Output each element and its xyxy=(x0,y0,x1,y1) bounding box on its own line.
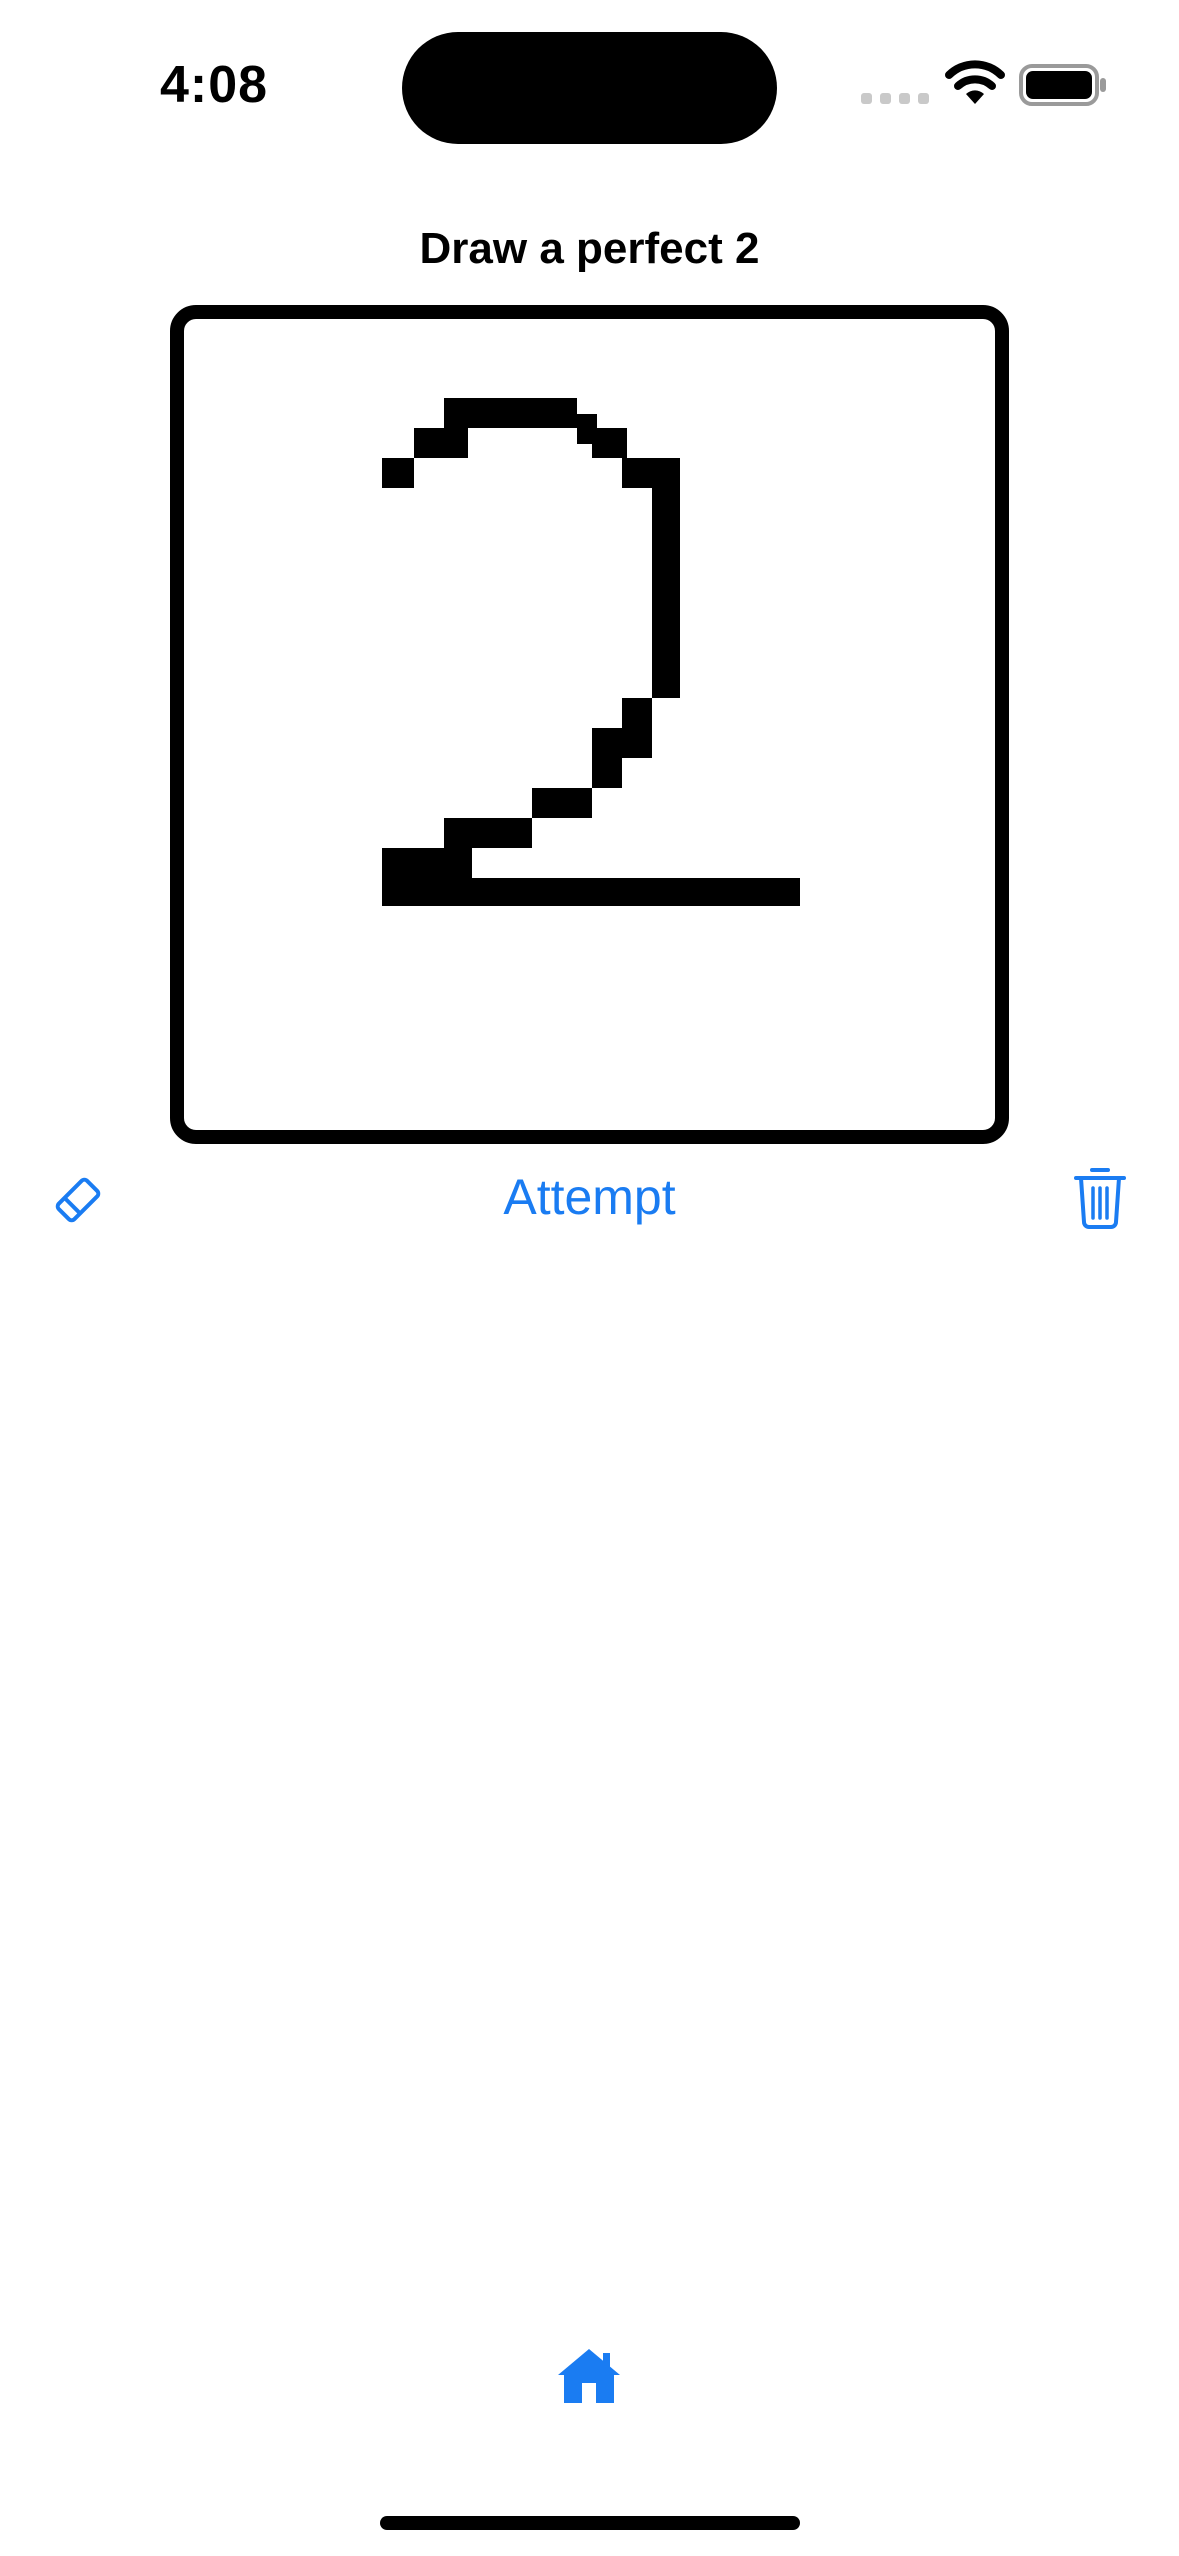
house-icon[interactable] xyxy=(556,2345,622,2405)
status-icons xyxy=(819,60,1179,120)
drawing-canvas[interactable] xyxy=(170,305,1009,1144)
status-time: 4:08 xyxy=(160,56,269,114)
battery-icon xyxy=(1019,64,1106,106)
wifi-icon xyxy=(945,60,1005,104)
home-indicator[interactable] xyxy=(380,2516,800,2530)
eraser-icon[interactable] xyxy=(50,1172,106,1228)
signal-dots-icon xyxy=(861,93,929,104)
dynamic-island xyxy=(402,32,777,144)
trash-icon[interactable] xyxy=(1072,1164,1128,1230)
drawn-digit xyxy=(382,398,800,906)
page-title: Draw a perfect 2 xyxy=(419,224,760,273)
toolbar: Attempt xyxy=(0,1160,1179,1240)
attempt-button[interactable]: Attempt xyxy=(503,1169,675,1225)
